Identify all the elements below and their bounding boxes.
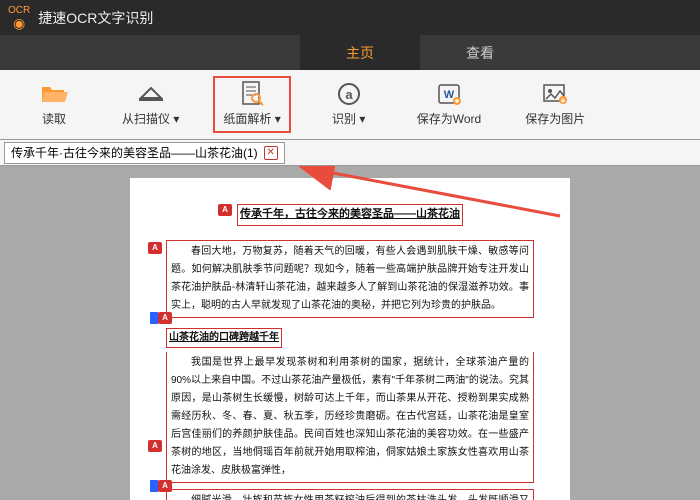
folder-open-icon — [40, 82, 68, 106]
recognize-button[interactable]: a 识别 ▾ — [315, 76, 383, 133]
doc-paragraph: 细腻光滑，壮族和苗族女性用茶籽榨油后得到的茶枯洗头发，头发既顺滑又清香。如今无论… — [166, 489, 534, 500]
recognize-label: 识别 ▾ — [332, 110, 365, 127]
region-marker-icon — [150, 312, 158, 324]
save-word-label: 保存为Word — [417, 110, 481, 127]
svg-text:a: a — [345, 87, 353, 102]
region-marker-icon: A — [148, 242, 162, 254]
app-title: 捷速OCR文字识别 — [38, 8, 153, 28]
tab-main[interactable]: 主页 — [300, 35, 420, 70]
scanner-icon — [138, 82, 164, 106]
document-viewport[interactable]: A 传承千年，古往今来的美容圣品——山茶花油 A 春回大地，万物复苏，随着天气的… — [0, 166, 700, 500]
read-label: 读取 — [42, 110, 66, 127]
region-marker-icon: A — [218, 204, 232, 216]
doc-title: 传承千年，古往今来的美容圣品——山茶花油 — [237, 204, 463, 226]
recognize-icon: a — [337, 82, 361, 106]
region-marker-icon — [150, 480, 158, 492]
tab-view[interactable]: 查看 — [420, 35, 540, 70]
titlebar: OCR ◉ 捷速OCR文字识别 — [0, 0, 700, 35]
read-button[interactable]: 读取 — [20, 76, 88, 133]
doc-subheading: 山茶花油的口碑跨越千年 — [166, 328, 282, 348]
parse-label: 纸面解析 ▾ — [223, 110, 280, 127]
tab-bar: 主页 查看 — [0, 35, 700, 70]
document-tab-title: 传承千年·古往今来的美容圣品——山茶花油(1) — [11, 144, 258, 161]
save-image-button[interactable]: 保存为图片 — [515, 76, 595, 133]
region-marker-icon: A — [158, 480, 172, 492]
save-word-button[interactable]: W 保存为Word — [407, 76, 491, 133]
document-page: A 传承千年，古往今来的美容圣品——山茶花油 A 春回大地，万物复苏，随着天气的… — [130, 178, 570, 500]
document-search-icon — [240, 82, 264, 106]
document-tab-row: 传承千年·古往今来的美容圣品——山茶花油(1) ✕ — [0, 140, 700, 166]
app-logo: OCR ◉ — [8, 6, 30, 30]
scanner-button[interactable]: 从扫描仪 ▾ — [112, 76, 189, 133]
region-marker-icon: A — [148, 440, 162, 452]
document-tab[interactable]: 传承千年·古往今来的美容圣品——山茶花油(1) ✕ — [4, 142, 285, 164]
region-marker-icon: A — [158, 312, 172, 324]
toolbar: 读取 从扫描仪 ▾ 纸面解析 ▾ a 识别 ▾ W 保存为Word 保存为图片 — [0, 70, 700, 140]
doc-paragraph: 我国是世界上最早发现茶树和利用茶树的国家，据统计，全球茶油产量的90%以上来自中… — [166, 352, 534, 483]
close-icon[interactable]: ✕ — [264, 146, 278, 160]
save-image-label: 保存为图片 — [525, 110, 585, 127]
image-icon — [542, 82, 568, 106]
parse-button[interactable]: 纸面解析 ▾ — [213, 76, 290, 133]
word-icon: W — [437, 82, 461, 106]
svg-text:W: W — [444, 89, 455, 101]
scanner-label: 从扫描仪 ▾ — [122, 110, 179, 127]
doc-paragraph: 春回大地，万物复苏，随着天气的回暖，有些人会遇到肌肤干燥、敏感等问题。如何解决肌… — [166, 240, 534, 318]
